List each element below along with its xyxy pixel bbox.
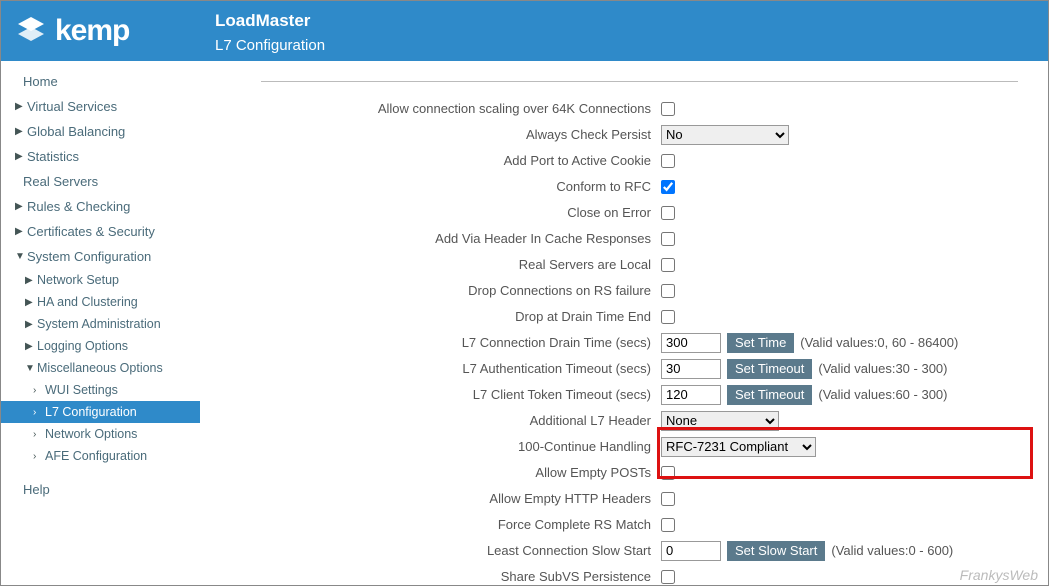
checkbox-add-via-header[interactable] <box>661 232 675 246</box>
caret-right-icon: ▶ <box>15 126 23 137</box>
nav-ha-clustering[interactable]: ▶HA and Clustering <box>1 291 200 313</box>
label-share-subvs: Share SubVS Persistence <box>201 569 661 584</box>
hint-token-timeout: (Valid values:60 - 300) <box>818 387 947 402</box>
hint-auth-timeout: (Valid values:30 - 300) <box>818 361 947 376</box>
caret-down-icon: ▼ <box>15 251 23 262</box>
label-token-timeout: L7 Client Token Timeout (secs) <box>201 387 661 402</box>
label-force-rs-match: Force Complete RS Match <box>201 517 661 532</box>
caret-right-icon: ▶ <box>25 297 33 308</box>
label-drain-time: L7 Connection Drain Time (secs) <box>201 335 661 350</box>
checkbox-close-on-error[interactable] <box>661 206 675 220</box>
select-always-check-persist[interactable]: No <box>661 125 789 145</box>
checkbox-add-port[interactable] <box>661 154 675 168</box>
select-100-continue[interactable]: RFC-7231 Compliant <box>661 437 816 457</box>
checkbox-drop-rs-failure[interactable] <box>661 284 675 298</box>
nav-network-options[interactable]: ›Network Options <box>1 423 200 445</box>
chevron-right-icon: › <box>33 385 41 396</box>
label-add-port: Add Port to Active Cookie <box>201 153 661 168</box>
checkbox-allow-64k[interactable] <box>661 102 675 116</box>
checkbox-drop-drain-end[interactable] <box>661 310 675 324</box>
label-additional-l7-header: Additional L7 Header <box>201 413 661 428</box>
nav-rules-checking[interactable]: ▶Rules & Checking <box>1 194 200 219</box>
caret-down-icon: ▼ <box>25 363 33 374</box>
nav-home[interactable]: Home <box>1 69 200 94</box>
label-drop-rs-failure: Drop Connections on RS failure <box>201 283 661 298</box>
checkbox-empty-headers[interactable] <box>661 492 675 506</box>
input-auth-timeout[interactable] <box>661 359 721 379</box>
label-100-continue: 100-Continue Handling <box>201 439 661 454</box>
brand-logo: kemp <box>1 1 201 61</box>
sidebar: Home ▶Virtual Services ▶Global Balancing… <box>1 61 201 586</box>
chevron-right-icon: › <box>33 451 41 462</box>
caret-right-icon: ▶ <box>15 201 23 212</box>
nav-afe-configuration[interactable]: ›AFE Configuration <box>1 445 200 467</box>
label-close-on-error: Close on Error <box>201 205 661 220</box>
label-conform-rfc: Conform to RFC <box>201 179 661 194</box>
nav-network-setup[interactable]: ▶Network Setup <box>1 269 200 291</box>
label-add-via-header: Add Via Header In Cache Responses <box>201 231 661 246</box>
caret-right-icon: ▶ <box>15 151 23 162</box>
label-always-check-persist: Always Check Persist <box>201 127 661 142</box>
caret-right-icon: ▶ <box>15 226 23 237</box>
nav-virtual-services[interactable]: ▶Virtual Services <box>1 94 200 119</box>
checkbox-empty-posts[interactable] <box>661 466 675 480</box>
caret-right-icon: ▶ <box>25 341 33 352</box>
input-token-timeout[interactable] <box>661 385 721 405</box>
header-titles: LoadMaster L7 Configuration <box>201 1 339 61</box>
nav-certificates-security[interactable]: ▶Certificates & Security <box>1 219 200 244</box>
nav-statistics[interactable]: ▶Statistics <box>1 144 200 169</box>
label-allow-64k: Allow connection scaling over 64K Connec… <box>201 101 661 116</box>
kemp-icon <box>15 15 47 47</box>
button-set-time[interactable]: Set Time <box>727 333 794 353</box>
label-slow-start: Least Connection Slow Start <box>201 543 661 558</box>
chevron-right-icon: › <box>33 407 41 418</box>
nav-logging-options[interactable]: ▶Logging Options <box>1 335 200 357</box>
main-panel: Allow connection scaling over 64K Connec… <box>201 61 1048 586</box>
checkbox-force-rs-match[interactable] <box>661 518 675 532</box>
checkbox-share-subvs[interactable] <box>661 570 675 584</box>
checkbox-rs-local[interactable] <box>661 258 675 272</box>
nav-global-balancing[interactable]: ▶Global Balancing <box>1 119 200 144</box>
checkbox-conform-rfc[interactable] <box>661 180 675 194</box>
nav-system-administration[interactable]: ▶System Administration <box>1 313 200 335</box>
input-slow-start[interactable] <box>661 541 721 561</box>
watermark: FrankysWeb <box>960 567 1038 583</box>
nav-misc-options[interactable]: ▼Miscellaneous Options <box>1 357 200 379</box>
nav-help[interactable]: Help <box>1 477 200 502</box>
header: kemp LoadMaster L7 Configuration <box>1 1 1048 61</box>
nav-system-configuration[interactable]: ▼System Configuration <box>1 244 200 269</box>
label-rs-local: Real Servers are Local <box>201 257 661 272</box>
button-set-slow-start[interactable]: Set Slow Start <box>727 541 825 561</box>
label-empty-posts: Allow Empty POSTs <box>201 465 661 480</box>
button-set-timeout-auth[interactable]: Set Timeout <box>727 359 812 379</box>
nav-real-servers[interactable]: Real Servers <box>1 169 200 194</box>
chevron-right-icon: › <box>33 429 41 440</box>
label-drop-drain-end: Drop at Drain Time End <box>201 309 661 324</box>
caret-right-icon: ▶ <box>25 319 33 330</box>
label-auth-timeout: L7 Authentication Timeout (secs) <box>201 361 661 376</box>
input-drain-time[interactable] <box>661 333 721 353</box>
hint-slow-start: (Valid values:0 - 600) <box>831 543 953 558</box>
caret-right-icon: ▶ <box>25 275 33 286</box>
nav-wui-settings[interactable]: ›WUI Settings <box>1 379 200 401</box>
divider <box>261 81 1018 82</box>
hint-drain-time: (Valid values:0, 60 - 86400) <box>800 335 958 350</box>
label-empty-headers: Allow Empty HTTP Headers <box>201 491 661 506</box>
caret-right-icon: ▶ <box>15 101 23 112</box>
page-title: L7 Configuration <box>215 35 325 56</box>
button-set-timeout-token[interactable]: Set Timeout <box>727 385 812 405</box>
product-title: LoadMaster <box>215 7 325 35</box>
select-additional-l7-header[interactable]: None <box>661 411 779 431</box>
brand-text: kemp <box>55 14 129 48</box>
nav-l7-configuration[interactable]: ›L7 Configuration <box>1 401 200 423</box>
